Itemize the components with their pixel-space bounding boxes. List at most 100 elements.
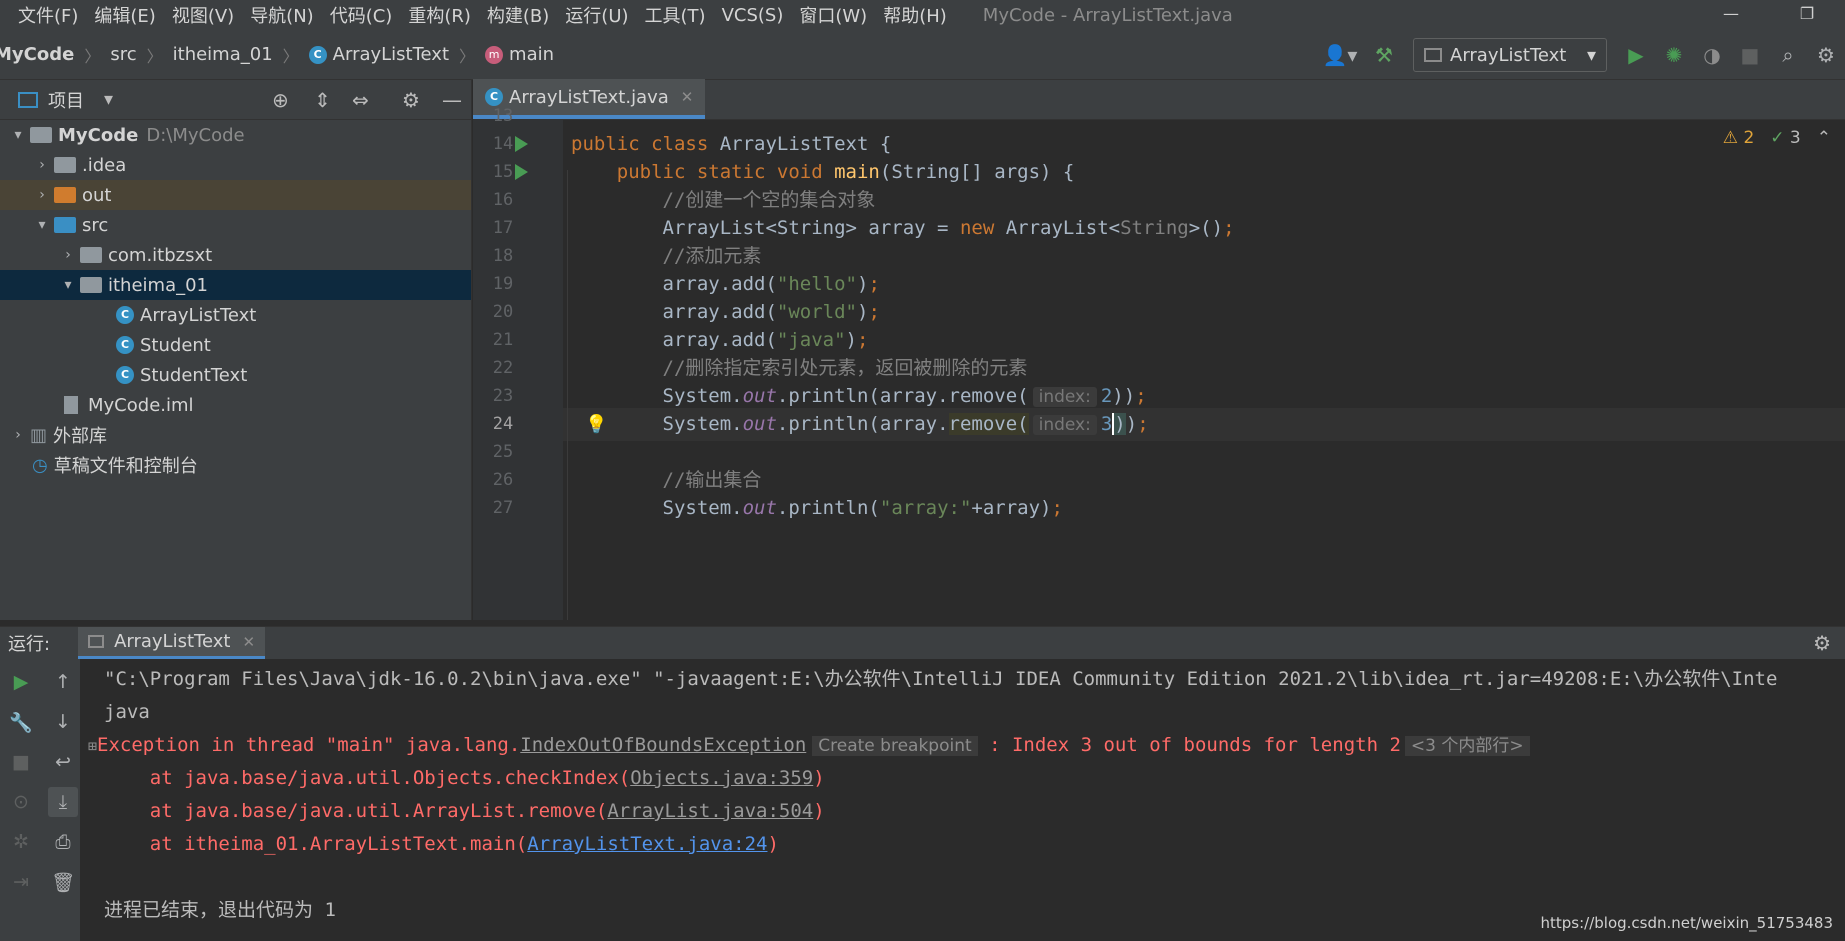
menu-edit[interactable]: 编辑(E): [86, 2, 163, 28]
breadcrumb-method[interactable]: m main: [485, 44, 554, 65]
search-icon[interactable]: ⌕: [1769, 37, 1807, 73]
print-icon[interactable]: ⎙: [48, 827, 78, 857]
menu-code[interactable]: 代码(C): [322, 2, 401, 28]
collapse-all-icon[interactable]: ⇔: [352, 88, 369, 112]
tree-item-idea[interactable]: › .idea: [0, 150, 471, 180]
chevron-down-icon[interactable]: ▾: [104, 89, 113, 110]
tree-item-project-root[interactable]: ▾ MyCode D:\MyCode: [0, 120, 471, 150]
soft-wrap-icon[interactable]: ↩: [48, 747, 78, 777]
scroll-to-end-icon[interactable]: ⤓: [48, 787, 78, 817]
gear-icon[interactable]: ⚙: [1807, 37, 1845, 73]
run-tab[interactable]: ArrayListText ✕: [78, 627, 266, 659]
breadcrumb-package[interactable]: itheima_01: [173, 44, 273, 65]
tree-item-scratches[interactable]: ◷ 草稿文件和控制台: [0, 450, 471, 480]
breadcrumb-method-label: main: [509, 44, 555, 65]
expand-all-icon[interactable]: ⇕: [314, 88, 331, 112]
menu-view[interactable]: 视图(V): [164, 2, 242, 28]
window-title: MyCode - ArrayListText.java: [982, 4, 1233, 26]
hide-icon[interactable]: —: [442, 88, 462, 112]
close-icon[interactable]: ✕: [681, 88, 694, 106]
coverage-icon[interactable]: ◑: [1693, 37, 1731, 73]
trash-icon[interactable]: 🗑: [48, 867, 78, 897]
exit-icon[interactable]: ⇥: [6, 867, 36, 897]
stack-frame-link[interactable]: Objects.java:359: [630, 767, 813, 789]
create-breakpoint-button[interactable]: Create breakpoint: [812, 736, 978, 756]
run-config-select[interactable]: ArrayListText ▾: [1413, 38, 1607, 72]
fold-icon[interactable]: ⊞: [88, 737, 97, 755]
console-line-stacktrace: at java.base/java.util.ArrayList.remove(…: [104, 795, 825, 828]
navigation-bar: MyCode 〉 src 〉 itheima_01 〉 C ArrayListTe…: [0, 30, 1845, 80]
run-icon[interactable]: ▶: [1617, 37, 1655, 73]
exception-class-link[interactable]: IndexOutOfBoundsException: [520, 734, 806, 756]
menu-navigate[interactable]: 导航(N): [242, 2, 322, 28]
menu-bar: 文件(F) 编辑(E) 视图(V) 导航(N) 代码(C) 重构(R) 构建(B…: [0, 0, 1845, 30]
tree-item-class-studenttext[interactable]: C StudentText: [0, 360, 471, 390]
camera-icon[interactable]: ⊙: [6, 787, 36, 817]
menu-build[interactable]: 构建(B): [479, 2, 557, 28]
chevron-right-icon[interactable]: ›: [58, 247, 78, 263]
run-gutter-icon[interactable]: [515, 164, 528, 180]
minimize-icon[interactable]: —: [1693, 0, 1769, 30]
warning-icon: ⚠ 2: [1722, 128, 1755, 148]
tree-item-external-libraries[interactable]: › ▥ 外部库: [0, 420, 471, 450]
inspection-widget[interactable]: ⚠ 2 ✓ 3 ⌃: [1723, 128, 1831, 148]
menu-vcs[interactable]: VCS(S): [714, 5, 792, 26]
code-string: "array:": [879, 497, 972, 519]
settings-icon[interactable]: ✲: [6, 827, 36, 857]
gear-icon[interactable]: ⚙: [1813, 631, 1831, 655]
code-comment: //删除指定索引处元素，返回被删除的元素: [662, 357, 1028, 379]
code-line[interactable]: System.out.println(array.remove(index: 3)…: [571, 408, 1149, 441]
stack-frame-link[interactable]: ArrayList.java:504: [607, 800, 813, 822]
indent-guide: [567, 170, 568, 620]
tree-item-class-arraylisttext[interactable]: C ArrayListText: [0, 300, 471, 330]
internal-lines-toggle[interactable]: <3 个内部行>: [1404, 736, 1530, 756]
menu-run[interactable]: 运行(U): [557, 2, 636, 28]
stop-icon[interactable]: ■: [6, 747, 36, 777]
run-config-label: ArrayListText: [1450, 44, 1567, 66]
run-tab-label: ArrayListText: [114, 631, 231, 652]
tree-item-src[interactable]: ▾ src: [0, 210, 471, 240]
tree-item-package-itbzsxt[interactable]: › com.itbzsxt: [0, 240, 471, 270]
chevron-right-icon: 〉: [459, 46, 476, 66]
breadcrumb-project[interactable]: MyCode: [0, 44, 74, 65]
wrench-icon[interactable]: 🔧: [6, 707, 36, 737]
close-icon[interactable]: ✕: [242, 633, 255, 651]
menu-help[interactable]: 帮助(H): [875, 2, 955, 28]
arrow-down-icon[interactable]: ↓: [48, 707, 78, 737]
code-line[interactable]: System.out.println("array:"+array);: [571, 492, 1063, 525]
stack-frame-link[interactable]: ArrayListText.java:24: [527, 833, 767, 855]
stop-icon[interactable]: ■: [1731, 37, 1769, 73]
run-gutter-icon[interactable]: [515, 136, 528, 152]
console-line-exception: ⊞Exception in thread "main" java.lang.In…: [88, 729, 1530, 762]
chevron-down-icon[interactable]: ▾: [58, 277, 78, 293]
debug-icon[interactable]: ✺: [1655, 37, 1693, 73]
menu-tools[interactable]: 工具(T): [637, 2, 714, 28]
chevron-right-icon[interactable]: ›: [8, 427, 28, 443]
chevron-down-icon[interactable]: ▾: [32, 217, 52, 233]
gear-icon[interactable]: ⚙: [402, 88, 420, 112]
tree-item-iml[interactable]: MyCode.iml: [0, 390, 471, 420]
locate-icon[interactable]: ⊕: [272, 88, 289, 112]
menu-window[interactable]: 窗口(W): [791, 2, 875, 28]
tree-item-package-itheima[interactable]: ▾ itheima_01: [0, 270, 471, 300]
hammer-build-icon[interactable]: ⚒: [1365, 37, 1403, 73]
chevron-down-icon[interactable]: ▾: [8, 127, 28, 143]
editor-tab-bar: C ArrayListText.java ✕: [473, 79, 1845, 120]
breadcrumb-class[interactable]: C ArrayListText: [308, 44, 449, 65]
tree-item-out[interactable]: › out: [0, 180, 471, 210]
rerun-icon[interactable]: ▶: [6, 667, 36, 697]
app-config-icon: [1424, 48, 1442, 62]
menu-file[interactable]: 文件(F): [0, 2, 86, 28]
chevron-up-icon[interactable]: ⌃: [1817, 128, 1831, 148]
project-panel-title[interactable]: 项目: [48, 87, 84, 113]
chevron-right-icon[interactable]: ›: [32, 157, 52, 173]
restore-icon[interactable]: ❐: [1769, 0, 1845, 30]
chevron-right-icon: 〉: [84, 46, 101, 66]
user-icon[interactable]: 👤▾: [1315, 37, 1365, 73]
tree-item-class-student[interactable]: C Student: [0, 330, 471, 360]
breadcrumb-src[interactable]: src: [110, 44, 136, 65]
exception-prefix: Exception in thread "main" java.lang.: [97, 734, 521, 756]
menu-refactor[interactable]: 重构(R): [400, 2, 479, 28]
chevron-right-icon[interactable]: ›: [32, 187, 52, 203]
arrow-up-icon[interactable]: ↑: [48, 667, 78, 697]
